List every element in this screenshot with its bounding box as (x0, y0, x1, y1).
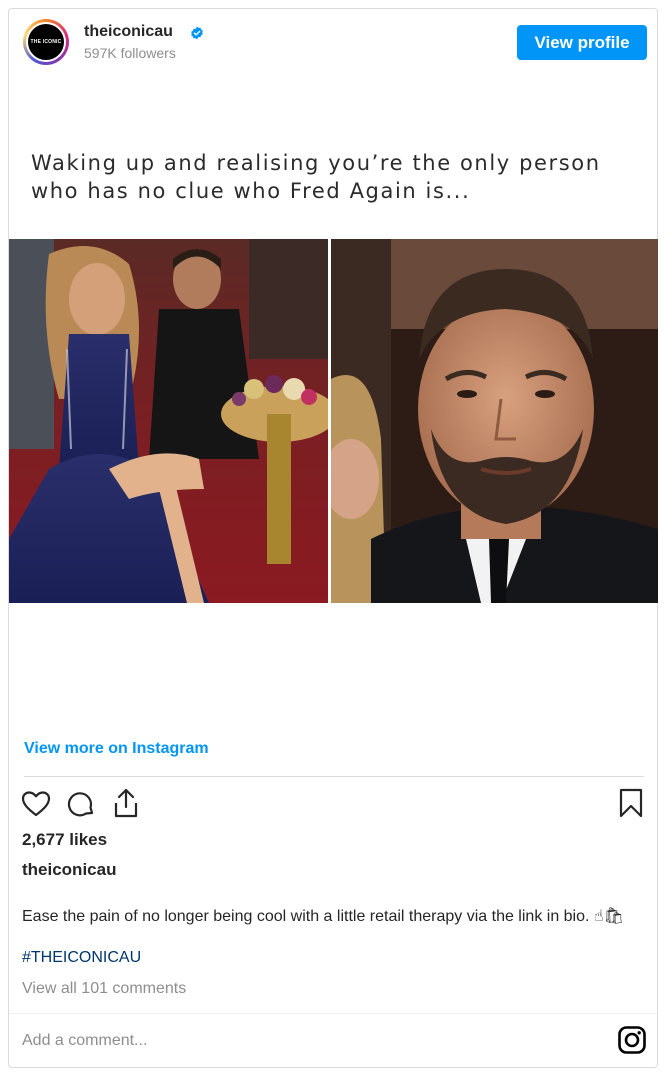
instagram-icon[interactable] (617, 1025, 647, 1055)
share-icon[interactable] (111, 787, 141, 819)
caption-body: Ease the pain of no longer being cool wi… (22, 908, 590, 925)
view-more-link[interactable]: View more on Instagram (24, 740, 209, 758)
meme-text: Waking up and realising you’re the only … (31, 151, 601, 203)
post-photo-right (331, 239, 658, 603)
view-profile-button[interactable]: View profile (517, 25, 647, 60)
heart-icon[interactable] (21, 790, 51, 818)
caption-text: Ease the pain of no longer being cool wi… (22, 905, 642, 928)
meme-caption-area: Waking up and realising you’re the only … (9, 79, 657, 239)
caption-emoji: ☝🛍 (593, 906, 624, 925)
post-header: THE ICONIC theiconicau 597K followers Vi… (9, 9, 657, 79)
photo-woman-in-blue-gown (9, 239, 328, 603)
caption-username[interactable]: theiconicau (22, 860, 116, 880)
followers-count: 597K followers (84, 45, 176, 61)
comment-divider (9, 1013, 657, 1014)
avatar[interactable]: THE ICONIC (23, 19, 69, 65)
instagram-embed: THE ICONIC theiconicau 597K followers Vi… (8, 8, 658, 1068)
username[interactable]: theiconicau (84, 23, 173, 41)
divider (24, 776, 644, 777)
avatar-logo-text: THE ICONIC (30, 39, 62, 45)
hashtag-link[interactable]: #THEICONICAU (22, 949, 141, 967)
bookmark-icon[interactable] (618, 788, 644, 818)
photo-man-closeup (331, 239, 658, 603)
add-comment-input[interactable] (22, 1027, 582, 1055)
comment-icon[interactable] (66, 789, 96, 819)
view-all-comments-link[interactable]: View all 101 comments (22, 980, 186, 998)
post-photo-left (9, 239, 328, 603)
verified-badge-icon (191, 26, 203, 40)
likes-count[interactable]: 2,677 likes (22, 830, 107, 850)
avatar-image: THE ICONIC (26, 22, 66, 62)
image-bottom-space (9, 603, 657, 733)
